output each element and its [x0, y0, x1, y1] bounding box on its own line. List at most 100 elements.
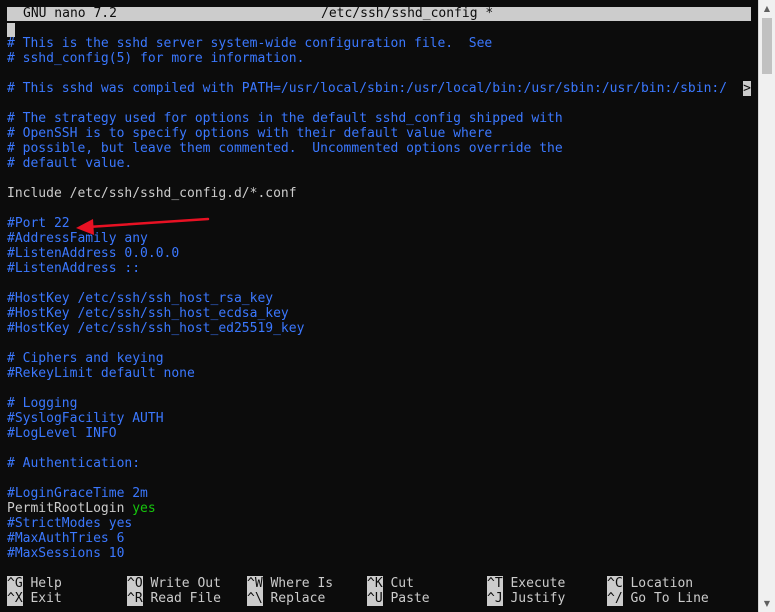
editor-line[interactable] — [7, 336, 751, 351]
shortcut-exit[interactable]: ^X Exit — [7, 591, 62, 606]
shortcut-key: ^C — [607, 576, 623, 591]
editor-line[interactable]: # default value. — [7, 156, 751, 171]
shortcut-write-out[interactable]: ^O Write Out — [127, 576, 221, 591]
shortcut-label: Cut — [390, 576, 414, 591]
scroll-up-arrow-icon[interactable]: ▲ — [759, 0, 775, 17]
nano-title-bar: GNU nano 7.2 /etc/ssh/sshd_config * — [7, 7, 751, 21]
scroll-down-arrow-icon[interactable]: ▼ — [759, 595, 775, 612]
editor-line[interactable] — [7, 471, 751, 486]
shortcut-key: ^R — [127, 591, 143, 606]
comment-text: # default value. — [7, 156, 133, 171]
editor-line[interactable]: #ListenAddress 0.0.0.0 — [7, 246, 751, 261]
shortcut-cut[interactable]: ^K Cut — [367, 576, 414, 591]
shortcut-paste[interactable]: ^U Paste — [367, 591, 430, 606]
shortcut-read-file[interactable]: ^R Read File — [127, 591, 221, 606]
editor-line[interactable]: Include /etc/ssh/sshd_config.d/*.conf — [7, 186, 751, 201]
editor-line[interactable]: #RekeyLimit default none — [7, 366, 751, 381]
editor-line[interactable]: # This is the sshd server system-wide co… — [7, 36, 751, 51]
editor-line[interactable]: #MaxAuthTries 6 — [7, 531, 751, 546]
shortcut-label: Write Out — [150, 576, 221, 591]
line-overflow-marker: > — [743, 81, 751, 96]
comment-text: #AddressFamily any — [7, 231, 148, 246]
shortcut-label: Execute — [510, 576, 566, 591]
shortcut-justify[interactable]: ^J Justify — [487, 591, 565, 606]
shortcut-key: ^J — [487, 591, 503, 606]
vertical-scrollbar[interactable]: ▲ ▼ — [758, 0, 775, 612]
comment-text: #SyslogFacility AUTH — [7, 411, 164, 426]
shortcut-where-is[interactable]: ^W Where Is — [247, 576, 333, 591]
shortcut-label: Paste — [390, 591, 430, 606]
comment-text: #StrictModes yes — [7, 516, 133, 531]
shortcut-label: Exit — [30, 591, 62, 606]
app-version: GNU nano 7.2 — [23, 6, 117, 21]
shortcut-key: ^/ — [607, 591, 623, 606]
shortcut-key: ^K — [367, 576, 383, 591]
comment-text: #Port 22 — [7, 216, 70, 231]
editor-line[interactable] — [7, 66, 751, 81]
editor-line[interactable]: #StrictModes yes — [7, 516, 751, 531]
shortcut-key: ^O — [127, 576, 143, 591]
editor-line[interactable] — [7, 96, 751, 111]
scrollbar-thumb[interactable] — [762, 18, 772, 74]
shortcut-key: ^\ — [247, 591, 263, 606]
editor-line[interactable]: # possible, but leave them commented. Un… — [7, 141, 751, 156]
shortcut-label: Where Is — [270, 576, 334, 591]
shortcut-label: Justify — [510, 591, 566, 606]
editor-line[interactable]: # sshd_config(5) for more information. — [7, 51, 751, 66]
editor-line[interactable] — [7, 201, 751, 216]
shortcut-label: Read File — [150, 591, 221, 606]
shortcut-key: ^G — [7, 576, 23, 591]
shortcut-help[interactable]: ^G Help — [7, 576, 62, 591]
editor-line[interactable]: #HostKey /etc/ssh/ssh_host_rsa_key — [7, 291, 751, 306]
terminal-window[interactable]: GNU nano 7.2 /etc/ssh/sshd_config * # Th… — [0, 0, 758, 612]
shortcut-label: Location — [630, 576, 694, 591]
shortcut-label: Replace — [270, 591, 326, 606]
comment-text: # Ciphers and keying — [7, 351, 164, 366]
comment-text: #HostKey /etc/ssh/ssh_host_rsa_key — [7, 291, 274, 306]
comment-text: #HostKey /etc/ssh/ssh_host_ed25519_key — [7, 321, 305, 336]
file-path: /etc/ssh/sshd_config * — [321, 6, 494, 21]
shortcut-key: ^W — [247, 576, 263, 591]
editor-line[interactable]: # Authentication: — [7, 456, 751, 471]
comment-text: # This sshd was compiled with PATH=/usr/… — [7, 81, 728, 96]
shortcut-go-to-line[interactable]: ^/ Go To Line — [607, 591, 709, 606]
shortcut-execute[interactable]: ^T Execute — [487, 576, 565, 591]
comment-text: # possible, but leave them commented. Un… — [7, 141, 563, 156]
editor-line[interactable]: #SyslogFacility AUTH — [7, 411, 751, 426]
comment-text: # Logging — [7, 396, 78, 411]
editor-line[interactable]: #MaxSessions 10 — [7, 546, 751, 561]
editor-line[interactable]: #HostKey /etc/ssh/ssh_host_ed25519_key — [7, 321, 751, 336]
editor-line[interactable]: # OpenSSH is to specify options with the… — [7, 126, 751, 141]
editor-line[interactable] — [7, 276, 751, 291]
editor-line[interactable]: PermitRootLogin yes — [7, 501, 751, 516]
shortcut-label: Go To Line — [630, 591, 709, 606]
editor-line[interactable]: # Logging — [7, 396, 751, 411]
comment-text: #ListenAddress 0.0.0.0 — [7, 246, 180, 261]
comment-text: # The strategy used for options in the d… — [7, 111, 563, 126]
comment-text: #HostKey /etc/ssh/ssh_host_ecdsa_key — [7, 306, 289, 321]
editor-line[interactable]: #HostKey /etc/ssh/ssh_host_ecdsa_key — [7, 306, 751, 321]
text-cursor — [7, 23, 15, 37]
comment-text: #MaxSessions 10 — [7, 546, 125, 561]
editor-line[interactable] — [7, 441, 751, 456]
editor-line[interactable]: #LoginGraceTime 2m — [7, 486, 751, 501]
editor-line[interactable] — [7, 381, 751, 396]
shortcut-replace[interactable]: ^\ Replace — [247, 591, 325, 606]
shortcut-label: Help — [30, 576, 62, 591]
comment-text: #ListenAddress :: — [7, 261, 141, 276]
comment-text: # sshd_config(5) for more information. — [7, 51, 305, 66]
shortcut-location[interactable]: ^C Location — [607, 576, 693, 591]
editor-line[interactable]: #AddressFamily any — [7, 231, 751, 246]
shortcut-key: ^T — [487, 576, 503, 591]
editor-line[interactable] — [7, 171, 751, 186]
comment-text: # Authentication: — [7, 456, 141, 471]
config-text: Include /etc/ssh/sshd_config.d/*.conf — [7, 186, 297, 201]
editor-line[interactable]: #LogLevel INFO — [7, 426, 751, 441]
directive-name: PermitRootLogin — [7, 501, 133, 516]
comment-text: # OpenSSH is to specify options with the… — [7, 126, 493, 141]
editor-line[interactable]: # Ciphers and keying — [7, 351, 751, 366]
editor-line[interactable]: # This sshd was compiled with PATH=/usr/… — [7, 81, 751, 96]
editor-line[interactable]: #ListenAddress :: — [7, 261, 751, 276]
editor-line[interactable]: # The strategy used for options in the d… — [7, 111, 751, 126]
editor-line[interactable]: #Port 22 — [7, 216, 751, 231]
